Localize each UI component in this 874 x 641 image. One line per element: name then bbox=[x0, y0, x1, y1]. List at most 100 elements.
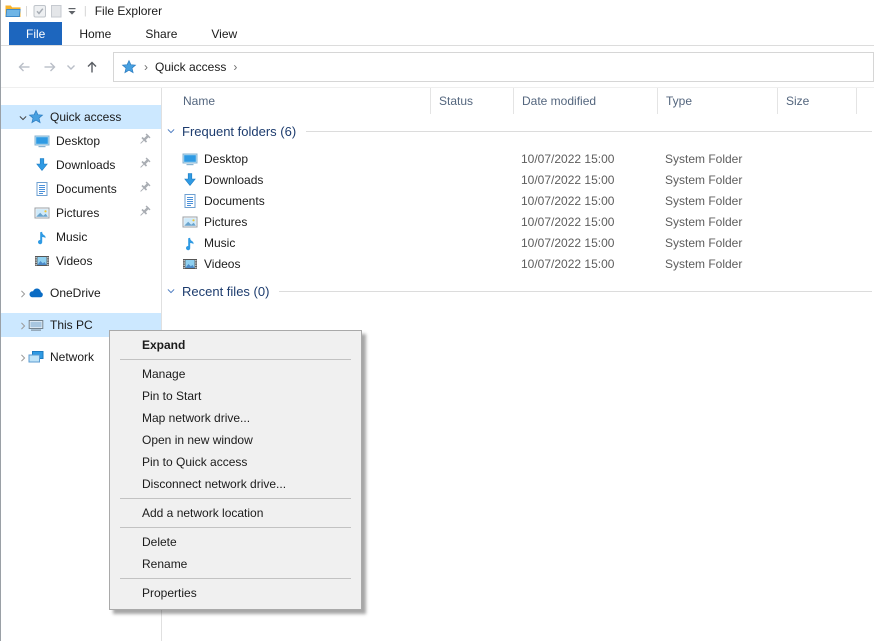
file-name-cell[interactable]: Desktop bbox=[162, 148, 431, 169]
expander-videos bbox=[9, 256, 19, 266]
sidebar-item-videos[interactable]: Videos bbox=[1, 249, 161, 273]
file-name-cell[interactable]: Pictures bbox=[162, 211, 431, 232]
pin-icon[interactable] bbox=[137, 157, 153, 173]
file-row-music[interactable]: Music10/07/2022 15:00System Folder bbox=[162, 232, 874, 253]
file-row-pictures[interactable]: Pictures10/07/2022 15:00System Folder bbox=[162, 211, 874, 232]
address-bar[interactable]: › Quick access › bbox=[113, 52, 874, 82]
column-header-size[interactable]: Size bbox=[778, 88, 857, 114]
file-date-modified: 10/07/2022 15:00 bbox=[514, 169, 658, 190]
file-row-desktop[interactable]: Desktop10/07/2022 15:00System Folder bbox=[162, 148, 874, 169]
sidebar-item-desktop[interactable]: Desktop bbox=[1, 129, 161, 153]
menu-item-map-network-drive[interactable]: Map network drive... bbox=[110, 407, 361, 429]
column-header-status[interactable]: Status bbox=[431, 88, 514, 114]
file-name: Downloads bbox=[204, 173, 263, 187]
file-name-cell[interactable]: Documents bbox=[162, 190, 431, 211]
file-name-cell[interactable]: Downloads bbox=[162, 169, 431, 190]
sidebar-item-label: Pictures bbox=[56, 206, 99, 220]
qat-dropdown-icon[interactable] bbox=[64, 3, 80, 19]
sidebar-item-onedrive[interactable]: OneDrive bbox=[1, 281, 161, 305]
file-size bbox=[778, 211, 857, 232]
file-type: System Folder bbox=[658, 190, 778, 211]
pin-icon[interactable] bbox=[137, 181, 153, 197]
music-icon bbox=[182, 235, 198, 251]
this-pc-icon bbox=[28, 317, 44, 333]
column-header-date-modified[interactable]: Date modified bbox=[514, 88, 658, 114]
sidebar-item-music[interactable]: Music bbox=[1, 225, 161, 249]
documents-icon bbox=[182, 193, 198, 209]
menu-item-disconnect-network-drive[interactable]: Disconnect network drive... bbox=[110, 473, 361, 495]
file-name: Pictures bbox=[204, 215, 247, 229]
breadcrumb[interactable]: Quick access bbox=[155, 60, 226, 74]
menu-separator bbox=[120, 578, 351, 579]
file-date-modified: 10/07/2022 15:00 bbox=[514, 253, 658, 274]
window-title: File Explorer bbox=[95, 4, 162, 18]
menu-item-open-in-new-window[interactable]: Open in new window bbox=[110, 429, 361, 451]
sidebar-item-label: Music bbox=[56, 230, 87, 244]
expander-desktop bbox=[9, 136, 19, 146]
forward-button[interactable] bbox=[37, 54, 63, 80]
qat-new-folder-icon[interactable] bbox=[48, 3, 64, 19]
tab-home[interactable]: Home bbox=[62, 22, 128, 45]
breadcrumb-chevron-icon[interactable]: › bbox=[137, 60, 155, 74]
group-header-frequent-folders-6[interactable]: Frequent folders (6) bbox=[166, 118, 874, 144]
up-arrow-icon bbox=[84, 59, 100, 75]
recent-locations-button[interactable] bbox=[63, 54, 79, 80]
file-name-cell[interactable]: Videos bbox=[162, 253, 431, 274]
menu-item-add-a-network-location[interactable]: Add a network location bbox=[110, 502, 361, 524]
chevron-down-icon bbox=[18, 113, 28, 123]
expander-quick-access[interactable] bbox=[9, 112, 19, 122]
file-name: Desktop bbox=[204, 152, 248, 166]
menu-item-delete[interactable]: Delete bbox=[110, 531, 361, 553]
menu-item-rename[interactable]: Rename bbox=[110, 553, 361, 575]
qat-properties-icon[interactable] bbox=[32, 3, 48, 19]
forward-arrow-icon bbox=[42, 59, 58, 75]
file-status bbox=[431, 148, 514, 169]
file-row-downloads[interactable]: Downloads10/07/2022 15:00System Folder bbox=[162, 169, 874, 190]
sidebar-item-pictures[interactable]: Pictures bbox=[1, 201, 161, 225]
sidebar-item-label: Quick access bbox=[50, 110, 121, 124]
tab-share[interactable]: Share bbox=[128, 22, 194, 45]
pin-icon[interactable] bbox=[137, 133, 153, 149]
menu-item-manage[interactable]: Manage bbox=[110, 363, 361, 385]
breadcrumb-chevron-icon[interactable]: › bbox=[226, 60, 244, 74]
menu-item-expand[interactable]: Expand bbox=[110, 334, 361, 356]
sidebar-item-quick-access[interactable]: Quick access bbox=[1, 105, 161, 129]
menu-item-pin-to-quick-access[interactable]: Pin to Quick access bbox=[110, 451, 361, 473]
tab-file[interactable]: File bbox=[9, 22, 62, 45]
menu-item-pin-to-start[interactable]: Pin to Start bbox=[110, 385, 361, 407]
pin-icon[interactable] bbox=[137, 205, 153, 221]
menu-item-properties[interactable]: Properties bbox=[110, 582, 361, 604]
group-chevron-icon bbox=[166, 286, 176, 296]
sidebar-item-downloads[interactable]: Downloads bbox=[1, 153, 161, 177]
onedrive-icon bbox=[28, 285, 44, 301]
expander-onedrive[interactable] bbox=[9, 288, 19, 298]
file-name: Music bbox=[204, 236, 235, 250]
group-chevron-icon bbox=[166, 126, 176, 136]
file-explorer-window: | | File Explorer FileHomeShareView › Qu… bbox=[0, 0, 874, 641]
menu-separator bbox=[120, 359, 351, 360]
desktop-icon bbox=[34, 133, 50, 149]
sidebar-item-documents[interactable]: Documents bbox=[1, 177, 161, 201]
expander-network[interactable] bbox=[9, 352, 19, 362]
up-button[interactable] bbox=[79, 54, 105, 80]
column-header-type[interactable]: Type bbox=[658, 88, 778, 114]
sidebar-item-label: This PC bbox=[50, 318, 93, 332]
file-size bbox=[778, 148, 857, 169]
back-button[interactable] bbox=[11, 54, 37, 80]
file-name: Documents bbox=[204, 194, 265, 208]
column-header-name[interactable]: Name bbox=[162, 88, 431, 114]
file-row-documents[interactable]: Documents10/07/2022 15:00System Folder bbox=[162, 190, 874, 211]
file-status bbox=[431, 232, 514, 253]
file-size bbox=[778, 190, 857, 211]
quick-access-icon bbox=[121, 59, 137, 75]
group-header-recent-files-0[interactable]: Recent files (0) bbox=[166, 278, 874, 304]
qat-separator: | bbox=[84, 5, 87, 17]
expander-music bbox=[9, 232, 19, 242]
expander-this-pc[interactable] bbox=[9, 320, 19, 330]
file-groups: Frequent folders (6)Desktop10/07/2022 15… bbox=[162, 118, 874, 304]
tab-view[interactable]: View bbox=[194, 22, 254, 45]
file-name-cell[interactable]: Music bbox=[162, 232, 431, 253]
quick-access-icon bbox=[28, 109, 44, 125]
file-row-videos[interactable]: Videos10/07/2022 15:00System Folder bbox=[162, 253, 874, 274]
ribbon-tabs: FileHomeShareView bbox=[1, 22, 874, 46]
